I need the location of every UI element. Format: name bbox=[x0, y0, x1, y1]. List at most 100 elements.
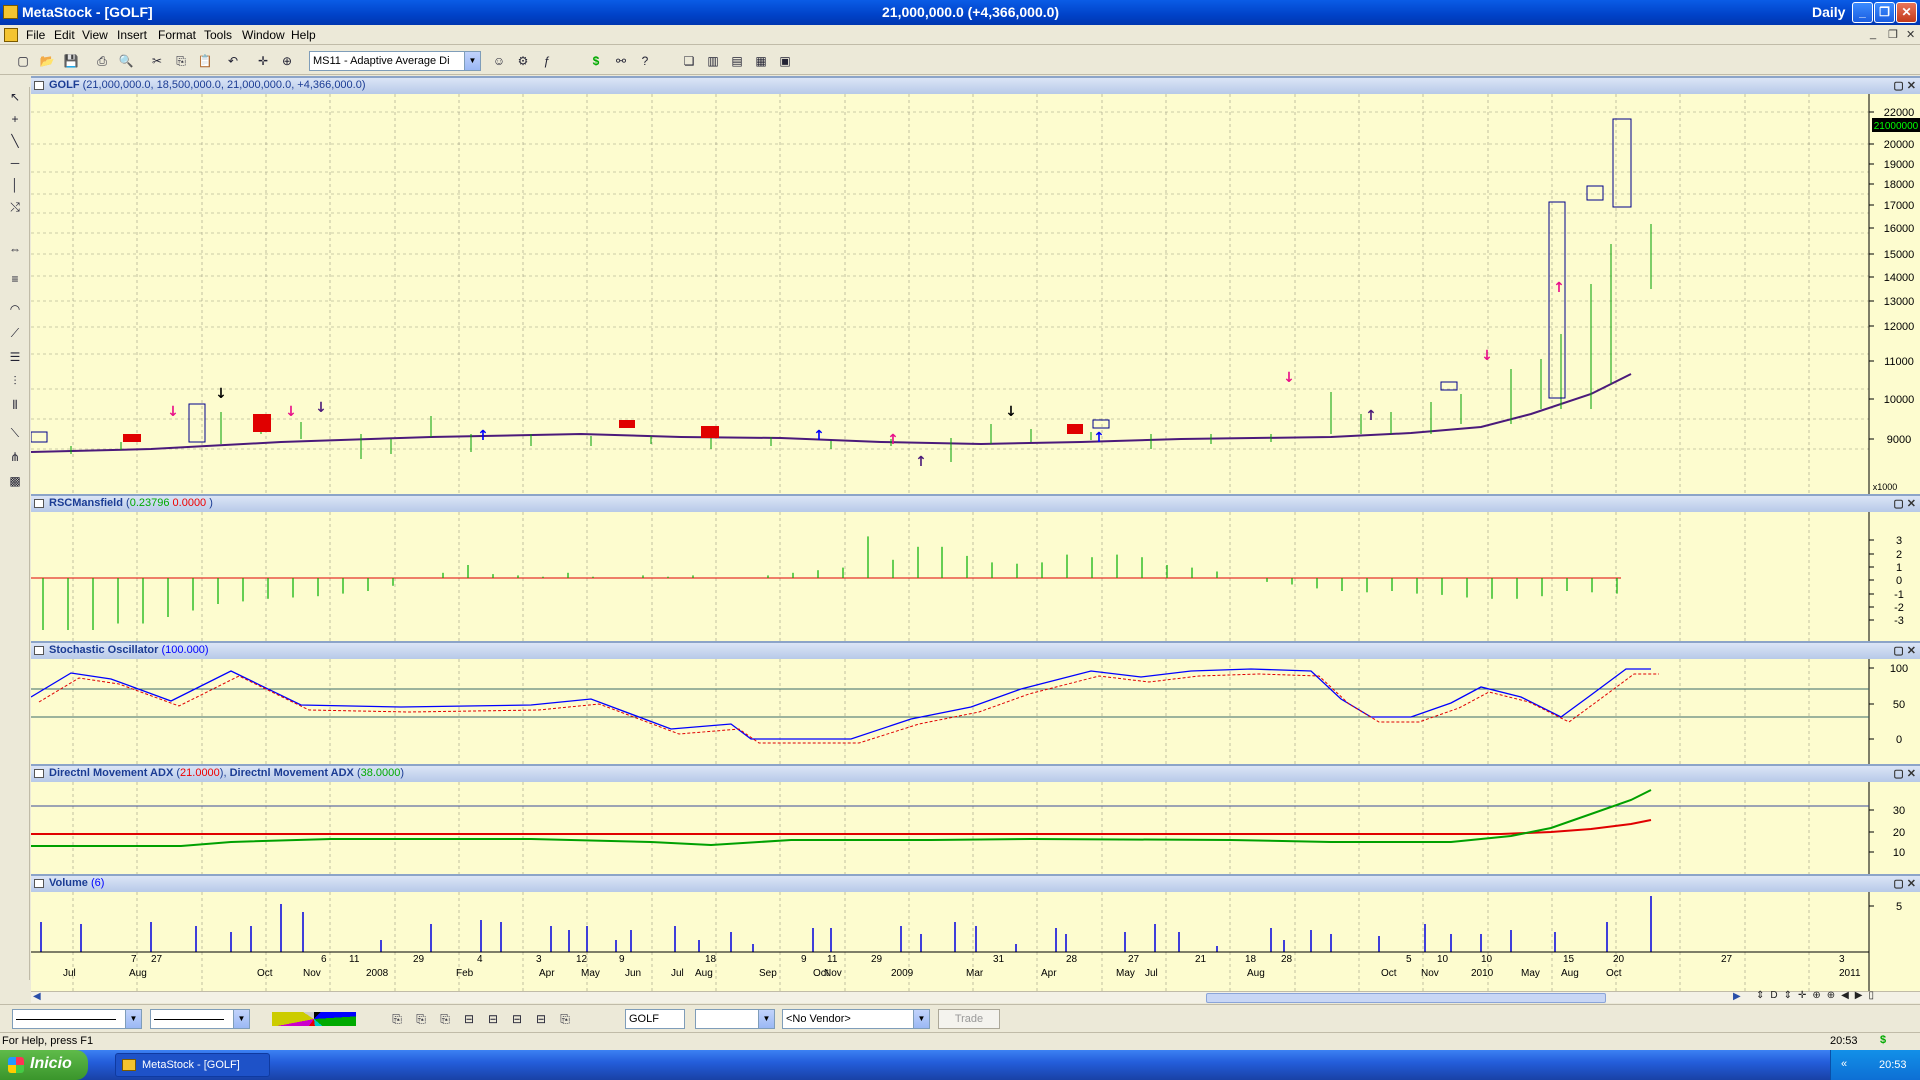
expert-advisor-icon[interactable]: ☺ bbox=[490, 52, 508, 70]
explorer-icon[interactable]: ⚙ bbox=[514, 52, 532, 70]
style-icon-7[interactable]: ⊟ bbox=[532, 1010, 550, 1028]
style-icon-4[interactable]: ⊟ bbox=[460, 1010, 478, 1028]
pane-controls-icon[interactable]: ▢ ✕ bbox=[1893, 644, 1916, 657]
color-palette[interactable] bbox=[272, 1012, 356, 1026]
taskbar-item-metastock[interactable]: MetaStock - [GOLF] bbox=[115, 1053, 270, 1077]
doc-restore-button[interactable]: ❐ bbox=[1888, 28, 1898, 41]
periodicity-combo[interactable]: ▼ bbox=[695, 1009, 775, 1029]
security-field[interactable]: GOLF bbox=[625, 1009, 685, 1029]
system-tester-icon[interactable]: $ bbox=[587, 52, 605, 70]
paste-icon[interactable]: 📋 bbox=[196, 52, 214, 70]
chart-window[interactable]: GOLF (21,000,000.0, 18,500,000.0, 21,000… bbox=[31, 76, 1920, 993]
grid-icon[interactable]: ▩ bbox=[4, 471, 26, 491]
save-icon[interactable]: 💾 bbox=[62, 52, 80, 70]
tile-vertical-icon[interactable]: ▥ bbox=[704, 52, 722, 70]
pane-icon bbox=[34, 646, 44, 655]
doc-close-button[interactable]: ✕ bbox=[1906, 28, 1915, 41]
chevron-down-icon[interactable]: ▼ bbox=[233, 1010, 249, 1028]
menu-format[interactable]: Format bbox=[158, 28, 196, 42]
retracement-icon[interactable]: ☰ bbox=[4, 347, 26, 367]
close-button[interactable]: ✕ bbox=[1896, 2, 1917, 23]
open-icon[interactable]: 📂 bbox=[38, 52, 56, 70]
volume-chart[interactable]: 5 7 27 6 11 29 4 3 12 9 18 9 11 29 31 28 27 21 18 28 5 10 10 15… bbox=[31, 892, 1920, 993]
chevron-down-icon[interactable]: ▼ bbox=[125, 1010, 141, 1028]
volume-pane[interactable]: Volume (6) ▢ ✕ 5 7 27 6 11 29 4 3 12 9 18 9 11 29 31 28… bbox=[31, 874, 1920, 993]
fibonacci-icon[interactable]: ≡ bbox=[4, 269, 26, 289]
zoom-icon[interactable]: ⊕ bbox=[278, 52, 296, 70]
trendline-icon[interactable]: ╲ bbox=[4, 131, 26, 151]
crosshair-tool-icon[interactable]: + bbox=[4, 109, 26, 129]
chevron-down-icon[interactable]: ▼ bbox=[758, 1010, 774, 1028]
horizontal-line-icon[interactable]: ─ bbox=[4, 153, 26, 173]
binoculars-icon[interactable]: ⚯ bbox=[612, 52, 630, 70]
arrange-icon[interactable]: ▣ bbox=[776, 52, 794, 70]
adx-pane[interactable]: Directnl Movement ADX (21.0000), Directn… bbox=[31, 764, 1920, 876]
style-icon-8[interactable]: ⎘ bbox=[556, 1010, 574, 1028]
rsc-pane[interactable]: RSCMansfield (0.23796 0.0000 ) ▢ ✕ 3 210 -… bbox=[31, 494, 1920, 643]
style-icon-5[interactable]: ⊟ bbox=[484, 1010, 502, 1028]
chart-navigation-icon[interactable]: ⇕D⇕✛⊕⊕◀▶▯ bbox=[1756, 990, 1880, 1001]
tray-arrow-icon[interactable]: « bbox=[1841, 1058, 1847, 1070]
help-pointer-icon[interactable]: ? bbox=[636, 52, 654, 70]
pane-controls-icon[interactable]: ▢ ✕ bbox=[1893, 79, 1916, 92]
style-icon-1[interactable]: ⎘ bbox=[388, 1010, 406, 1028]
channel-icon[interactable]: ⇔ bbox=[4, 239, 26, 259]
print-preview-icon[interactable]: 🔍 bbox=[117, 52, 135, 70]
speed-lines-icon[interactable]: ⫶ bbox=[4, 371, 26, 391]
undo-icon[interactable]: ↶ bbox=[224, 52, 242, 70]
menu-tools[interactable]: Tools bbox=[204, 28, 232, 42]
chart-scrollbar[interactable]: ◀ ▶ ⇕D⇕✛⊕⊕◀▶▯ bbox=[31, 990, 1920, 1003]
scrollbar-thumb[interactable] bbox=[1206, 993, 1606, 1003]
document-icon[interactable] bbox=[4, 28, 18, 42]
scroll-right-icon[interactable]: ▶ bbox=[1733, 991, 1741, 1002]
menu-insert[interactable]: Insert bbox=[117, 28, 147, 42]
doc-minimize-button[interactable]: _ bbox=[1870, 28, 1876, 40]
indicator-builder-icon[interactable]: ƒ bbox=[538, 52, 556, 70]
cascade-icon[interactable]: ❏ bbox=[680, 52, 698, 70]
crosshair-icon[interactable]: ✛ bbox=[254, 52, 272, 70]
time-zones-icon[interactable]: ⦀ bbox=[4, 395, 26, 415]
pane-controls-icon[interactable]: ▢ ✕ bbox=[1893, 767, 1916, 780]
menu-file[interactable]: File bbox=[26, 28, 45, 42]
expert-combo[interactable]: MS11 - Adaptive Average Di ▼ bbox=[309, 51, 481, 71]
stochastic-pane[interactable]: Stochastic Oscillator (100.000) ▢ ✕ 100 5… bbox=[31, 641, 1920, 766]
scroll-left-icon[interactable]: ◀ bbox=[33, 991, 41, 1002]
menu-window[interactable]: Window bbox=[242, 28, 285, 42]
pane-controls-icon[interactable]: ▢ ✕ bbox=[1893, 877, 1916, 890]
andrews-fork-icon[interactable]: ⋔ bbox=[4, 447, 26, 467]
stochastic-chart[interactable]: 100 50 0 bbox=[31, 659, 1920, 766]
new-icon[interactable]: ▢ bbox=[14, 52, 32, 70]
trade-button[interactable]: Trade bbox=[938, 1009, 1000, 1029]
cycle-lines-icon[interactable]: ⤭ bbox=[4, 197, 26, 217]
pointer-icon[interactable]: ↖ bbox=[4, 87, 26, 107]
rsc-chart[interactable]: 3 210 -1-2-3 bbox=[31, 512, 1920, 643]
pane-controls-icon[interactable]: ▢ ✕ bbox=[1893, 497, 1916, 510]
metastock-icon[interactable] bbox=[3, 5, 18, 19]
price-chart[interactable]: 22000 21000000 20000 19000 18000 17000 16000 15… bbox=[31, 94, 1920, 496]
vertical-line-icon[interactable]: │ bbox=[4, 175, 26, 195]
line-style-combo[interactable]: ▼ bbox=[12, 1009, 142, 1029]
tile-grid-icon[interactable]: ▦ bbox=[752, 52, 770, 70]
print-icon[interactable]: ⎙ bbox=[93, 52, 111, 70]
menu-view[interactable]: View bbox=[82, 28, 108, 42]
menu-help[interactable]: Help bbox=[291, 28, 316, 42]
arcs-icon[interactable]: ◠ bbox=[4, 299, 26, 319]
tile-horizontal-icon[interactable]: ▤ bbox=[728, 52, 746, 70]
style-icon-2[interactable]: ⎘ bbox=[412, 1010, 430, 1028]
minimize-button[interactable]: _ bbox=[1852, 2, 1873, 23]
copy-icon[interactable]: ⎘ bbox=[172, 52, 190, 70]
chevron-down-icon[interactable]: ▼ bbox=[464, 52, 480, 70]
fan-icon[interactable]: ⟋ bbox=[4, 323, 26, 343]
menu-edit[interactable]: Edit bbox=[54, 28, 75, 42]
style-icon-6[interactable]: ⊟ bbox=[508, 1010, 526, 1028]
cut-icon[interactable]: ✂ bbox=[148, 52, 166, 70]
style-icon-3[interactable]: ⎘ bbox=[436, 1010, 454, 1028]
adx-chart[interactable]: 30 20 10 bbox=[31, 782, 1920, 876]
chevron-down-icon[interactable]: ▼ bbox=[913, 1010, 929, 1028]
line-weight-combo[interactable]: ▼ bbox=[150, 1009, 250, 1029]
vendor-combo[interactable]: <No Vendor> ▼ bbox=[782, 1009, 930, 1029]
raff-channel-icon[interactable]: ⟍ bbox=[4, 423, 26, 443]
start-button[interactable]: Inicio bbox=[0, 1050, 88, 1080]
restore-button[interactable]: ❐ bbox=[1874, 2, 1895, 23]
price-pane[interactable]: GOLF (21,000,000.0, 18,500,000.0, 21,000… bbox=[31, 76, 1920, 496]
